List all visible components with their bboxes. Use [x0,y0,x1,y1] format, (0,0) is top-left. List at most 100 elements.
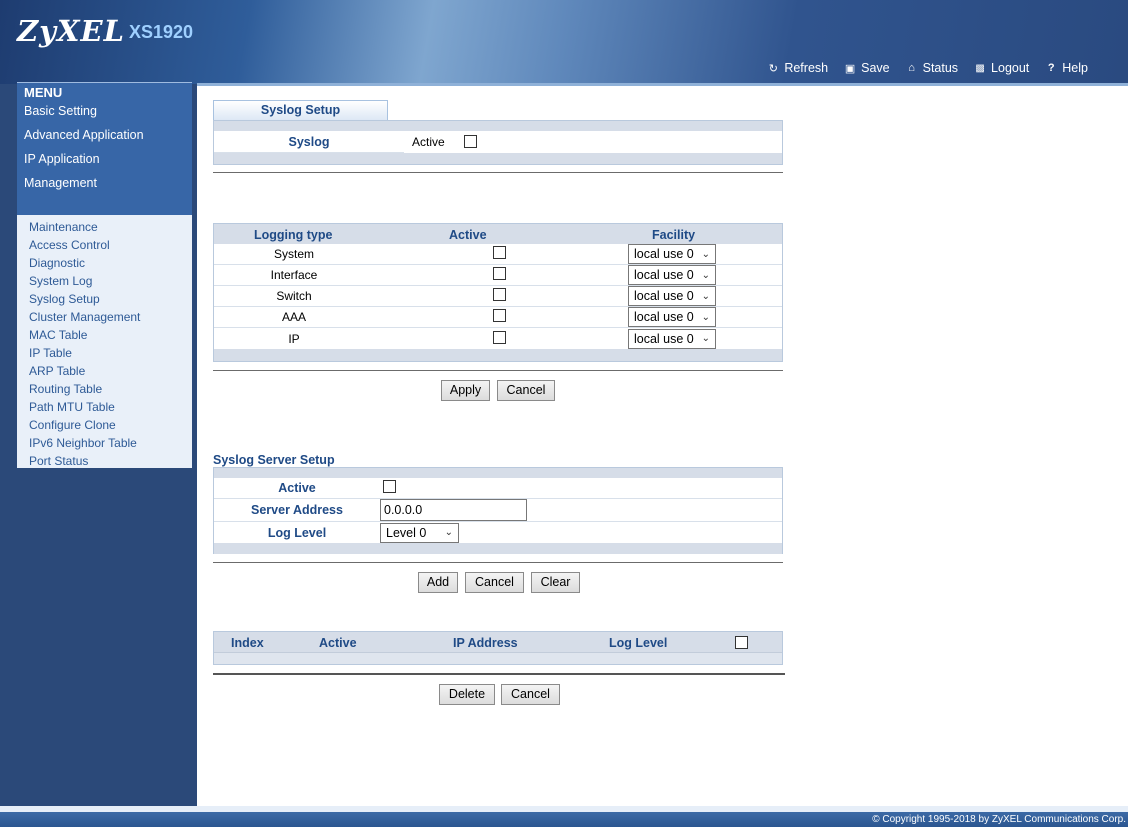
table-row: IP local use 0 ⌄ [214,328,782,349]
switch-active-checkbox[interactable] [492,288,506,301]
logging-type-ip: IP [288,331,300,346]
header-banner: ZyXEL XS1920 ↻ Refresh ▣ Save ⌂ Status ▩ Log… [0,0,1128,84]
menu-title: MENU [24,85,63,100]
aaa-active-checkbox[interactable] [492,309,506,322]
status-link[interactable]: ⌂ Status [906,61,958,75]
help-icon: ? [1047,62,1055,74]
submenu-diagnostic[interactable]: Diagnostic [17,254,192,272]
server-active-row: Active [214,478,782,499]
tab-syslog-setup[interactable]: Syslog Setup [213,100,388,120]
divider [213,673,785,675]
submenu-routing-table[interactable]: Routing Table [17,380,192,398]
syslog-active-label: Active [412,134,445,149]
log-level-label: Log Level [267,525,327,540]
server-setup-panel: Active Server Address 0.0.0.0 Log Level … [213,467,783,554]
management-submenu: Maintenance Access Control Diagnostic Sy… [17,215,192,468]
menu-item-basic-setting[interactable]: Basic Setting [24,104,97,118]
interface-facility-select[interactable]: local use 0 ⌄ [628,265,716,285]
header-server-active: Active [319,636,357,650]
table-row: Switch local use 0 ⌄ [214,286,782,307]
refresh-icon: ↻ [768,62,778,75]
server-setup-title: Syslog Server Setup [213,453,335,467]
syslog-row: Syslog Active [214,130,782,153]
delete-button[interactable]: Delete [439,684,495,705]
save-link[interactable]: ▣ Save [844,61,890,75]
chevron-down-icon: ⌄ [701,248,710,260]
header-active: Active [449,228,487,242]
header-index: Index [231,636,264,650]
submenu-ip-table[interactable]: IP Table [17,344,192,362]
footer: © Copyright 1995-2018 by ZyXEL Communica… [0,806,1128,827]
table-row: System local use 0 ⌄ [214,244,782,265]
brand-logo: ZyXEL [17,14,126,48]
logging-type-aaa: AAA [281,310,306,324]
aaa-facility-select[interactable]: local use 0 ⌄ [628,307,716,327]
clear-button[interactable]: Clear [531,572,580,593]
syslog-panel: Syslog Active [213,120,783,165]
select-all-checkbox[interactable] [735,636,748,649]
cancel-button[interactable]: Cancel [497,380,555,401]
header-log-level: Log Level [609,636,668,650]
chevron-down-icon: ⌄ [701,269,710,281]
submenu-cluster-management[interactable]: Cluster Management [17,308,192,326]
interface-active-checkbox[interactable] [492,267,506,280]
log-level-row: Log Level Level 0 ⌄ [214,522,782,543]
logging-type-interface: Interface [270,268,318,282]
header-logging-type: Logging type [254,228,333,242]
submenu-access-control[interactable]: Access Control [17,236,192,254]
server-list-header: Index Active IP Address Log Level [214,632,782,653]
submenu-syslog-setup[interactable]: Syslog Setup [17,290,192,308]
logging-header: Logging type Active Facility [214,224,782,244]
server-list-panel: Index Active IP Address Log Level [213,631,783,665]
divider [213,370,783,371]
menu-item-management[interactable]: Management [24,176,97,190]
help-link[interactable]: ? Help [1045,61,1088,75]
add-button[interactable]: Add [418,572,458,593]
sidebar: MENU Basic Setting Advanced Application … [0,82,197,806]
submenu-port-status[interactable]: Port Status [17,452,192,470]
logout-link[interactable]: ▩ Logout [974,61,1029,75]
logging-rows: System local use 0 ⌄ Interface local use … [214,244,782,349]
menu-item-advanced-application[interactable]: Advanced Application [24,128,144,142]
chevron-down-icon: ⌄ [701,290,710,302]
syslog-active-checkbox[interactable] [463,135,477,148]
submenu-mac-table[interactable]: MAC Table [17,326,192,344]
submenu-arp-table[interactable]: ARP Table [17,362,192,380]
submenu-path-mtu-table[interactable]: Path MTU Table [17,398,192,416]
log-level-select[interactable]: Level 0 ⌄ [380,522,459,543]
divider [213,172,783,173]
chevron-down-icon: ⌄ [701,311,710,323]
submenu-configure-clone[interactable]: Configure Clone [17,416,192,434]
submenu-system-log[interactable]: System Log [17,272,192,290]
header-ip-address: IP Address [453,636,518,650]
table-row: AAA local use 0 ⌄ [214,307,782,328]
server-address-row: Server Address 0.0.0.0 [214,499,782,522]
logging-type-panel: Logging type Active Facility System loca… [213,223,783,362]
home-icon: ⌂ [908,62,915,74]
ip-active-checkbox[interactable] [492,330,506,344]
logging-type-switch: Switch [276,289,312,303]
switch-facility-select[interactable]: local use 0 ⌄ [628,286,716,306]
header-facility: Facility [652,228,696,242]
lock-icon: ▩ [975,62,985,74]
server-address-input[interactable]: 0.0.0.0 [380,499,527,521]
model-name: XS1920 [129,22,194,42]
apply-button[interactable]: Apply [441,380,490,401]
submenu-maintenance[interactable]: Maintenance [17,218,192,236]
chevron-down-icon: ⌄ [444,527,453,538]
server-active-checkbox[interactable] [383,480,396,493]
ip-facility-select[interactable]: local use 0 ⌄ [628,328,716,349]
server-cancel-button[interactable]: Cancel [465,572,524,593]
server-address-label: Server Address [251,503,343,517]
refresh-link[interactable]: ↻ Refresh [767,61,828,75]
submenu-ipv6-neighbor-table[interactable]: IPv6 Neighbor Table [17,434,192,452]
system-active-checkbox[interactable] [492,246,506,259]
copyright-text: © Copyright 1995-2018 by ZyXEL Communica… [872,814,1126,825]
server-active-label: Active [278,481,316,495]
menu-item-ip-application[interactable]: IP Application [24,152,100,166]
main-content: Syslog Setup Syslog Active Logging type … [197,86,1128,806]
system-facility-select[interactable]: local use 0 ⌄ [628,244,716,264]
save-icon: ▣ [844,62,856,75]
divider [213,562,783,563]
list-cancel-button[interactable]: Cancel [501,684,560,705]
